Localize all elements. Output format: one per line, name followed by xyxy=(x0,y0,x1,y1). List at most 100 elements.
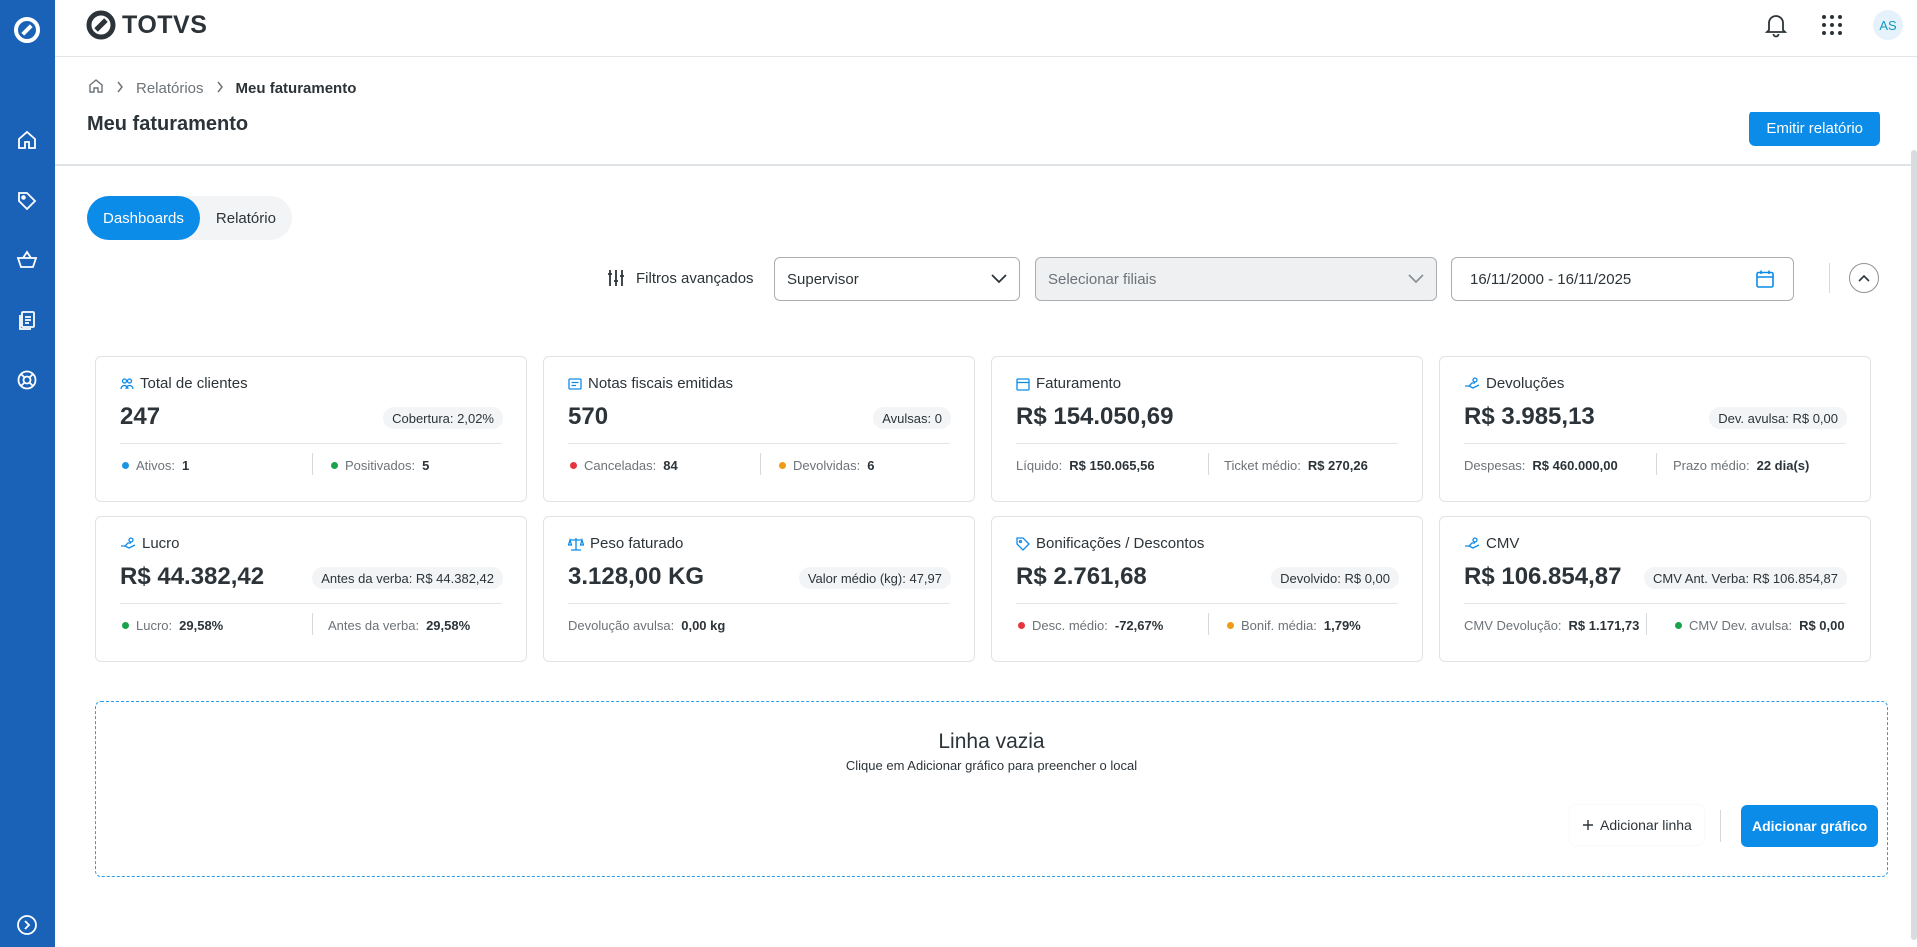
card-title: Lucro xyxy=(142,535,180,552)
card-metric: Devolução avulsa: 0,00 kg xyxy=(568,617,726,633)
scale-icon xyxy=(568,537,584,551)
card-value: R$ 44.382,42 xyxy=(120,563,265,590)
advanced-filters-button[interactable]: Filtros avançados xyxy=(606,268,754,288)
expand-sidebar-icon[interactable] xyxy=(14,912,40,938)
notifications-bell-icon[interactable] xyxy=(1761,10,1791,40)
branches-select[interactable]: Selecionar filiais xyxy=(1035,257,1437,301)
card-title: Peso faturado xyxy=(590,535,684,552)
card-weight-billed: Peso faturado 3.128,00 KG Valor médio (k… xyxy=(543,516,975,662)
card-profit: Lucro R$ 44.382,42 Antes da verba: R$ 44… xyxy=(95,516,527,662)
support-icon[interactable] xyxy=(14,367,40,393)
card-revenue: Faturamento R$ 154.050,69 Líquido: R$ 150… xyxy=(991,356,1423,502)
sliders-icon xyxy=(608,270,624,286)
brand-name: TOTVS xyxy=(122,10,208,39)
card-badge: CMV Ant. Verba: R$ 106.854,87 xyxy=(1643,567,1847,589)
documents-icon[interactable] xyxy=(14,307,40,333)
page-title: Meu faturamento xyxy=(87,113,249,135)
card-metric: Antes da verba: 29,58% xyxy=(328,617,471,633)
card-value: 3.128,00 KG xyxy=(568,563,705,590)
card-title: Devoluções xyxy=(1486,375,1565,392)
card-metric: Despesas: R$ 460.000,00 xyxy=(1464,457,1618,473)
card-value: R$ 106.854,87 xyxy=(1464,563,1622,590)
card-invoices-issued: Notas fiscais emitidas 570 Avulsas: 0 Ca… xyxy=(543,356,975,502)
card-bonuses-discounts: Bonificações / Descontos R$ 2.761,68 Dev… xyxy=(991,516,1423,662)
empty-row-title: Linha vazia xyxy=(938,730,1045,753)
tag-icon xyxy=(1016,536,1030,551)
page-header: Meu faturamento Emitir relatório xyxy=(55,112,1917,166)
card-value: R$ 2.761,68 xyxy=(1016,563,1147,590)
basket-icon[interactable] xyxy=(14,247,40,273)
add-chart-button[interactable]: Adicionar gráfico xyxy=(1741,805,1879,847)
date-range-value: 16/11/2000 - 16/11/2025 xyxy=(1470,270,1632,288)
hand-money-icon xyxy=(121,536,136,549)
card-badge: Dev. avulsa: R$ 0,00 xyxy=(1709,407,1847,429)
card-title: Bonificações / Descontos xyxy=(1036,535,1205,552)
card-metric: CMV Devolução: R$ 1.171,73 xyxy=(1464,617,1640,633)
empty-row-placeholder: Linha vazia Clique em Adicionar gráfico … xyxy=(95,701,1888,877)
breadcrumb-reports-link[interactable]: Relatórios xyxy=(136,80,204,97)
card-metric: Lucro: 29,58% xyxy=(122,615,223,635)
supervisor-select[interactable]: Supervisor xyxy=(774,257,1020,301)
card-total-clients: Total de clientes 247 Cobertura: 2,02% A… xyxy=(95,356,527,502)
chevron-down-icon xyxy=(991,274,1007,284)
page-scrollbar[interactable] xyxy=(1911,150,1917,940)
brand-logo[interactable]: TOTVS xyxy=(86,10,207,40)
card-metric: Líquido: R$ 150.065,56 xyxy=(1016,457,1155,473)
avatar[interactable]: AS xyxy=(1873,10,1903,40)
card-metric: Canceladas: 84 xyxy=(570,455,678,475)
card-badge: Valor médio (kg): 47,97 xyxy=(798,567,951,589)
card-badge: Devolvido: R$ 0,00 xyxy=(1271,567,1399,589)
apps-grid-icon[interactable] xyxy=(1817,10,1847,40)
card-badge: Antes da verba: R$ 44.382,42 xyxy=(312,567,503,589)
top-bar: TOTVS AS xyxy=(55,0,1917,57)
advanced-filters-label: Filtros avançados xyxy=(636,269,754,287)
home-icon[interactable] xyxy=(14,127,40,153)
card-returns: Devoluções R$ 3.985,13 Dev. avulsa: R$ 0… xyxy=(1439,356,1871,502)
view-tabs: Dashboards Relatório xyxy=(87,196,292,240)
add-line-button[interactable]: Adicionar linha xyxy=(1570,805,1704,845)
card-metric: Ticket médio: R$ 270,26 xyxy=(1224,457,1368,473)
card-metric: Prazo médio: 22 dia(s) xyxy=(1673,457,1810,473)
collapse-filters-button[interactable] xyxy=(1849,263,1879,293)
card-metric: Devolvidas: 6 xyxy=(779,455,874,475)
card-metric: Bonif. média: 1,79% xyxy=(1227,615,1361,635)
breadcrumb-home-icon[interactable] xyxy=(88,78,104,98)
hand-money-icon xyxy=(1465,376,1480,389)
card-metric: CMV Dev. avulsa: R$ 0,00 xyxy=(1675,615,1845,635)
tag-icon[interactable] xyxy=(14,188,40,214)
card-value: 570 xyxy=(568,403,609,430)
hand-money-icon xyxy=(1465,536,1480,549)
users-icon xyxy=(120,377,134,389)
chevron-right-icon xyxy=(216,80,224,97)
card-title: CMV xyxy=(1486,535,1520,552)
card-badge: Cobertura: 2,02% xyxy=(383,407,503,429)
supervisor-select-value: Supervisor xyxy=(787,270,859,288)
card-value: R$ 154.050,69 xyxy=(1016,403,1174,430)
calendar-icon xyxy=(1016,377,1030,391)
empty-row-subtitle: Clique em Adicionar gráfico para preench… xyxy=(845,758,1138,773)
card-metric: Desc. médio: -72,67% xyxy=(1018,615,1163,635)
chevron-down-icon xyxy=(1408,274,1424,284)
tab-dashboards[interactable]: Dashboards xyxy=(87,196,200,240)
date-range-field[interactable]: 16/11/2000 - 16/11/2025 xyxy=(1451,257,1794,301)
card-value: R$ 3.985,13 xyxy=(1464,403,1595,430)
sidebar xyxy=(0,0,55,947)
card-title: Notas fiscais emitidas xyxy=(588,375,734,392)
chevron-up-icon xyxy=(1858,274,1870,282)
calendar-icon[interactable] xyxy=(1755,269,1775,289)
receipt-icon xyxy=(568,377,582,390)
card-title: Total de clientes xyxy=(140,375,248,392)
card-badge: Avulsas: 0 xyxy=(873,407,951,429)
filters-divider xyxy=(1829,263,1830,293)
chevron-right-icon xyxy=(116,80,124,97)
emit-report-button[interactable]: Emitir relatório xyxy=(1749,112,1880,146)
tab-report[interactable]: Relatório xyxy=(200,196,292,240)
breadcrumb: Relatórios Meu faturamento xyxy=(88,78,356,98)
totvs-logo-icon[interactable] xyxy=(14,17,40,43)
card-title: Faturamento xyxy=(1036,375,1122,392)
breadcrumb-current: Meu faturamento xyxy=(235,79,357,97)
card-value: 247 xyxy=(120,403,161,430)
card-metric: Ativos: 1 xyxy=(122,455,189,475)
plus-icon xyxy=(1583,820,1593,830)
branches-select-placeholder: Selecionar filiais xyxy=(1048,270,1157,288)
